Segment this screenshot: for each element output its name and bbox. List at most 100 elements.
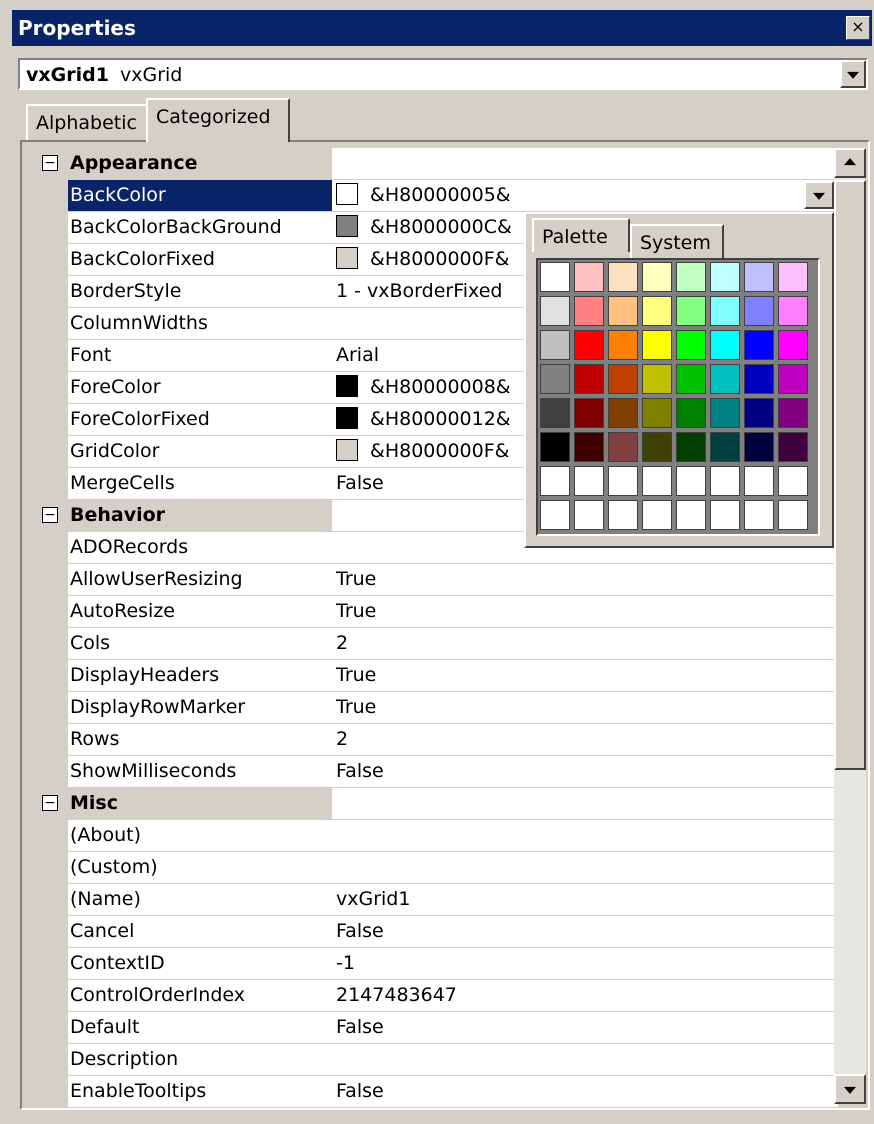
collapse-icon[interactable]: − xyxy=(42,507,58,523)
property-value[interactable]: False xyxy=(332,916,838,948)
palette-color-cell[interactable] xyxy=(710,398,740,428)
tab-system[interactable]: System xyxy=(630,224,724,258)
property-name[interactable]: Cancel xyxy=(68,916,334,948)
palette-color-cell[interactable] xyxy=(642,262,672,292)
property-row-displayheaders[interactable]: DisplayHeaders True xyxy=(34,660,838,692)
property-value[interactable]: &H80000005& xyxy=(332,180,838,212)
property-value[interactable]: vxGrid1 xyxy=(332,884,838,916)
property-name[interactable]: Rows xyxy=(68,724,334,756)
category-appearance[interactable]: − Appearance xyxy=(34,148,838,180)
palette-color-cell[interactable] xyxy=(676,500,706,530)
tab-palette[interactable]: Palette xyxy=(532,218,630,252)
palette-color-cell[interactable] xyxy=(540,262,570,292)
palette-color-cell[interactable] xyxy=(608,432,638,462)
scroll-thumb[interactable] xyxy=(834,180,866,770)
property-name[interactable]: (Custom) xyxy=(68,852,334,884)
palette-color-cell[interactable] xyxy=(574,466,604,496)
property-value[interactable]: True xyxy=(332,596,838,628)
property-row-cancel[interactable]: Cancel False xyxy=(34,916,838,948)
palette-color-cell[interactable] xyxy=(608,330,638,360)
palette-color-cell[interactable] xyxy=(710,364,740,394)
property-name[interactable]: Description xyxy=(68,1044,334,1076)
collapse-icon[interactable]: − xyxy=(42,155,58,171)
property-value[interactable] xyxy=(332,852,838,884)
vertical-scrollbar[interactable] xyxy=(834,148,866,1104)
palette-color-cell[interactable] xyxy=(574,330,604,360)
palette-color-cell[interactable] xyxy=(642,296,672,326)
palette-color-cell[interactable] xyxy=(642,432,672,462)
palette-color-cell[interactable] xyxy=(642,500,672,530)
property-value[interactable]: True xyxy=(332,660,838,692)
palette-color-cell[interactable] xyxy=(642,364,672,394)
property-name[interactable]: Cols xyxy=(68,628,334,660)
property-row-allowuserresizing[interactable]: AllowUserResizing True xyxy=(34,564,838,596)
property-name[interactable]: BackColor xyxy=(68,180,334,212)
property-row-rows[interactable]: Rows 2 xyxy=(34,724,838,756)
palette-color-cell[interactable] xyxy=(710,262,740,292)
property-value[interactable]: True xyxy=(332,564,838,596)
property-row-description[interactable]: Description xyxy=(34,1044,838,1076)
property-value[interactable]: 2 xyxy=(332,628,838,660)
palette-color-cell[interactable] xyxy=(676,398,706,428)
property-name[interactable]: ContextID xyxy=(68,948,334,980)
palette-color-cell[interactable] xyxy=(540,432,570,462)
property-name[interactable]: BackColorFixed xyxy=(68,244,334,276)
property-name[interactable]: DisplayHeaders xyxy=(68,660,334,692)
palette-color-cell[interactable] xyxy=(744,466,774,496)
palette-color-cell[interactable] xyxy=(540,330,570,360)
property-value[interactable]: 2 xyxy=(332,724,838,756)
palette-color-cell[interactable] xyxy=(778,296,808,326)
collapse-icon[interactable]: − xyxy=(42,795,58,811)
property-name[interactable]: AllowUserResizing xyxy=(68,564,334,596)
palette-color-cell[interactable] xyxy=(744,262,774,292)
tab-categorized[interactable]: Categorized xyxy=(146,98,290,142)
property-name[interactable]: ForeColor xyxy=(68,372,334,404)
palette-color-cell[interactable] xyxy=(540,364,570,394)
palette-color-cell[interactable] xyxy=(608,500,638,530)
palette-color-cell[interactable] xyxy=(676,296,706,326)
property-name[interactable]: (Name) xyxy=(68,884,334,916)
palette-color-cell[interactable] xyxy=(744,330,774,360)
palette-color-cell[interactable] xyxy=(710,500,740,530)
palette-color-cell[interactable] xyxy=(676,330,706,360)
property-name[interactable]: Default xyxy=(68,1012,334,1044)
palette-color-cell[interactable] xyxy=(608,466,638,496)
property-row-enabletooltips[interactable]: EnableTooltips False xyxy=(34,1076,838,1108)
palette-color-cell[interactable] xyxy=(710,296,740,326)
palette-color-cell[interactable] xyxy=(778,330,808,360)
palette-color-cell[interactable] xyxy=(676,466,706,496)
property-value[interactable]: 2147483647 xyxy=(332,980,838,1012)
property-value[interactable]: False xyxy=(332,756,838,788)
property-row-name[interactable]: (Name) vxGrid1 xyxy=(34,884,838,916)
property-row-showmilliseconds[interactable]: ShowMilliseconds False xyxy=(34,756,838,788)
property-name[interactable]: ForeColorFixed xyxy=(68,404,334,436)
palette-color-cell[interactable] xyxy=(676,432,706,462)
property-name[interactable]: DisplayRowMarker xyxy=(68,692,334,724)
property-row-custom[interactable]: (Custom) xyxy=(34,852,838,884)
palette-color-cell[interactable] xyxy=(744,364,774,394)
object-selector[interactable]: vxGrid1 vxGrid xyxy=(18,58,868,90)
palette-color-cell[interactable] xyxy=(574,364,604,394)
palette-color-cell[interactable] xyxy=(744,296,774,326)
property-value[interactable]: False xyxy=(332,1012,838,1044)
property-row-contextid[interactable]: ContextID -1 xyxy=(34,948,838,980)
palette-color-cell[interactable] xyxy=(574,500,604,530)
property-name[interactable]: EnableTooltips xyxy=(68,1076,334,1108)
palette-color-cell[interactable] xyxy=(710,466,740,496)
property-row-displayrowmarker[interactable]: DisplayRowMarker True xyxy=(34,692,838,724)
palette-color-cell[interactable] xyxy=(778,262,808,292)
property-name[interactable]: BorderStyle xyxy=(68,276,334,308)
value-dropdown-button[interactable] xyxy=(804,181,834,209)
palette-color-cell[interactable] xyxy=(744,432,774,462)
property-name[interactable]: Font xyxy=(68,340,334,372)
palette-color-cell[interactable] xyxy=(744,398,774,428)
property-name[interactable]: MergeCells xyxy=(68,468,334,500)
palette-color-cell[interactable] xyxy=(608,296,638,326)
palette-color-cell[interactable] xyxy=(608,262,638,292)
palette-color-cell[interactable] xyxy=(608,364,638,394)
palette-color-cell[interactable] xyxy=(778,500,808,530)
palette-color-cell[interactable] xyxy=(676,262,706,292)
property-row-autoresize[interactable]: AutoResize True xyxy=(34,596,838,628)
property-row-default[interactable]: Default False xyxy=(34,1012,838,1044)
palette-color-cell[interactable] xyxy=(574,398,604,428)
